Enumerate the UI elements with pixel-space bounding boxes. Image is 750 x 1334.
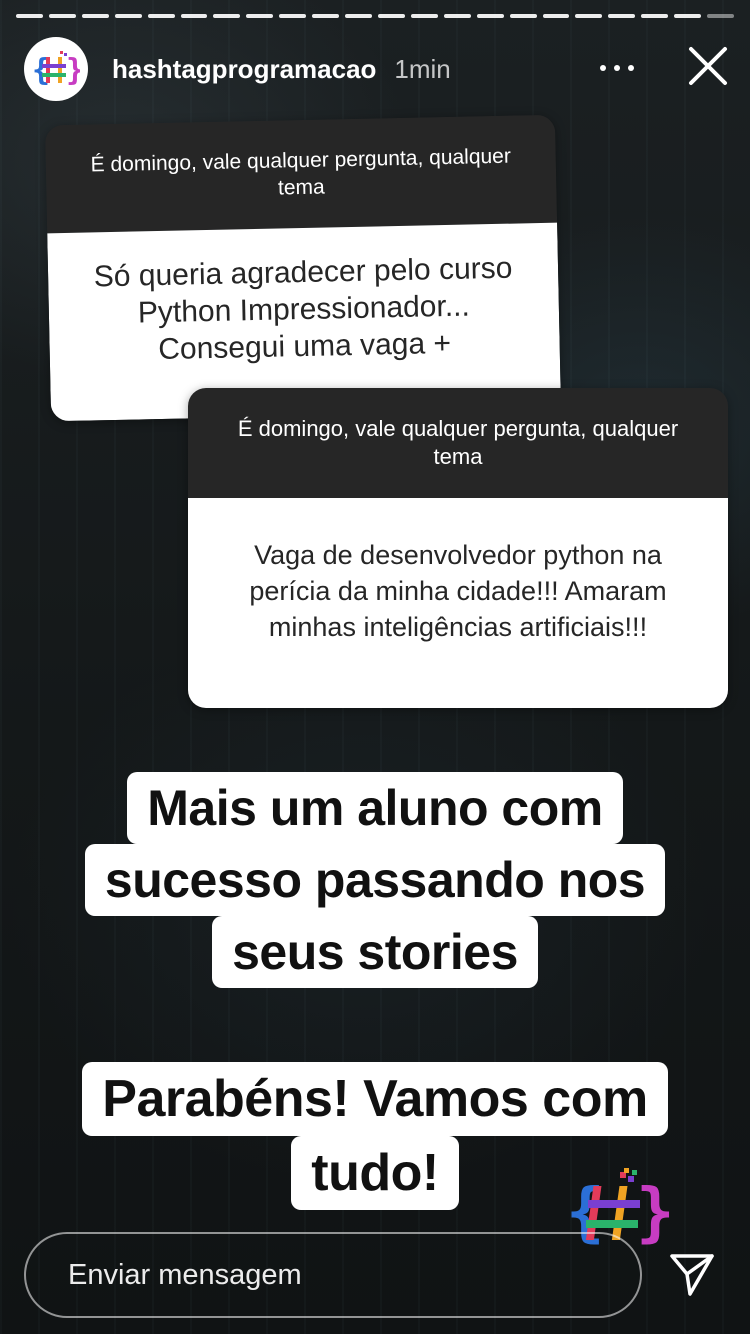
progress-segment bbox=[81, 14, 109, 18]
progress-segment bbox=[707, 14, 734, 18]
progress-segment bbox=[246, 14, 274, 18]
question-answer: Vaga de desenvolvedor python na perícia … bbox=[188, 498, 728, 708]
message-input[interactable] bbox=[24, 1232, 642, 1318]
caption-text: Mais um aluno com sucesso passando nos s… bbox=[0, 772, 750, 988]
caption-line: Parabéns! Vamos com bbox=[82, 1062, 668, 1136]
progress-segment bbox=[575, 14, 603, 18]
progress-segment bbox=[147, 14, 175, 18]
progress-segment bbox=[48, 14, 76, 18]
progress-segment bbox=[476, 14, 504, 18]
story-progress-bar bbox=[16, 14, 734, 19]
progress-segment bbox=[443, 14, 471, 18]
progress-segment bbox=[312, 14, 340, 18]
caption-line: sucesso passando nos bbox=[84, 844, 666, 916]
progress-segment bbox=[608, 14, 636, 18]
avatar[interactable]: { } bbox=[24, 37, 88, 101]
question-card: É domingo, vale qualquer pergunta, qualq… bbox=[188, 388, 728, 708]
progress-segment bbox=[674, 14, 702, 18]
progress-segment bbox=[509, 14, 537, 18]
question-prompt: É domingo, vale qualquer pergunta, qualq… bbox=[44, 114, 558, 234]
caption-line: seus stories bbox=[212, 916, 538, 988]
story-header: { } hashtagprogramacao 1min bbox=[24, 36, 730, 102]
progress-segment bbox=[180, 14, 208, 18]
progress-segment bbox=[377, 14, 405, 18]
progress-segment bbox=[542, 14, 570, 18]
send-icon[interactable] bbox=[668, 1250, 716, 1298]
question-card: É domingo, vale qualquer pergunta, qualq… bbox=[44, 114, 562, 422]
progress-segment bbox=[16, 14, 43, 18]
hashtag-logo-icon: { } bbox=[32, 51, 80, 88]
progress-segment bbox=[410, 14, 438, 18]
caption-line: Mais um aluno com bbox=[127, 772, 623, 844]
svg-text:}: } bbox=[636, 1176, 670, 1250]
caption-line: tudo! bbox=[291, 1136, 459, 1210]
progress-segment bbox=[345, 14, 372, 18]
more-dots-icon[interactable] bbox=[600, 58, 634, 78]
close-icon[interactable] bbox=[686, 44, 730, 88]
question-prompt: É domingo, vale qualquer pergunta, qualq… bbox=[188, 388, 728, 498]
progress-segment bbox=[279, 14, 307, 18]
progress-segment bbox=[114, 14, 142, 18]
progress-segment bbox=[213, 14, 241, 18]
username[interactable]: hashtagprogramacao bbox=[112, 54, 376, 85]
post-time: 1min bbox=[394, 53, 451, 84]
progress-segment bbox=[641, 14, 669, 18]
svg-text:}: } bbox=[66, 53, 80, 88]
